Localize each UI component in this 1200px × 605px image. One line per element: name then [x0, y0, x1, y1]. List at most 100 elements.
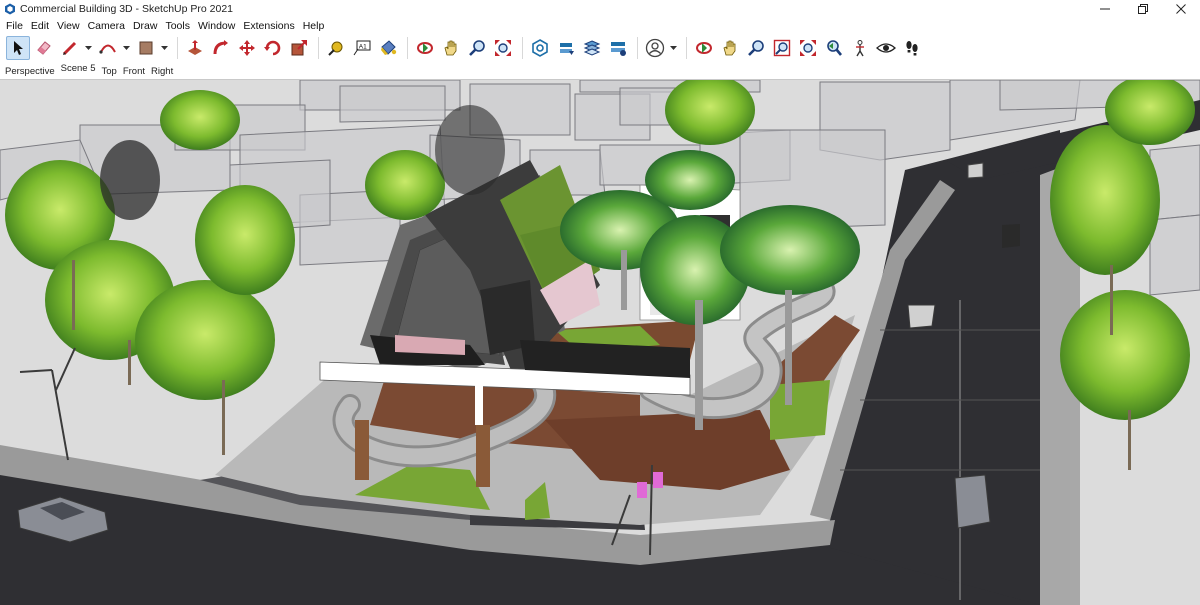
3d-scene: [0, 80, 1200, 605]
orbit-2-tool-button[interactable]: [692, 36, 716, 60]
move-tool-button[interactable]: [235, 36, 259, 60]
3d-warehouse-button[interactable]: [528, 36, 552, 60]
arc-tool-dropdown[interactable]: [122, 36, 130, 60]
scale-icon: [291, 40, 307, 56]
dropdown-arrow-icon: [669, 45, 677, 50]
extension-manager-button[interactable]: [606, 36, 630, 60]
zoom-extents-2-icon: [800, 40, 816, 56]
walk-tool-button[interactable]: [900, 36, 924, 60]
position-camera-tool-button[interactable]: [848, 36, 872, 60]
tape-measure-icon: [328, 41, 343, 56]
extension-manager-icon: [611, 42, 626, 56]
scale-tool-button[interactable]: [287, 36, 311, 60]
tape-measure-tool-button[interactable]: [324, 36, 348, 60]
zoom-tool-button[interactable]: [465, 36, 489, 60]
close-button[interactable]: [1162, 0, 1200, 18]
menu-help[interactable]: Help: [299, 20, 329, 32]
line-tool-button[interactable]: [58, 36, 82, 60]
push-pull-tool-button[interactable]: [183, 36, 207, 60]
text-label-icon: A1: [353, 40, 371, 56]
follow-me-icon: [213, 40, 228, 55]
zoom-2-icon: [748, 40, 764, 56]
select-arrow-icon: [14, 41, 23, 55]
arc-icon: [99, 44, 116, 54]
menu-edit[interactable]: Edit: [27, 20, 53, 32]
previous-view-icon: [827, 40, 843, 56]
zoom-extents-tool-button[interactable]: [491, 36, 515, 60]
extension-warehouse-button[interactable]: [554, 36, 578, 60]
scene-tab-perspective[interactable]: Perspective: [4, 66, 60, 79]
eraser-tool-button[interactable]: [32, 36, 56, 60]
window-title: Commercial Building 3D - SketchUp Pro 20…: [20, 3, 234, 15]
zoom-2-tool-button[interactable]: [744, 36, 768, 60]
scene-tab-scene-5[interactable]: Scene 5: [60, 63, 101, 79]
close-icon: [1176, 4, 1186, 14]
zoom-window-icon: [773, 39, 791, 57]
minimize-button[interactable]: [1086, 0, 1124, 18]
maximize-button[interactable]: [1124, 0, 1162, 18]
eraser-icon: [37, 41, 51, 55]
toolbar-separator: [318, 37, 319, 59]
model-viewport[interactable]: [0, 80, 1200, 605]
pan-2-icon: [723, 40, 736, 56]
menu-bar: File Edit View Camera Draw Tools Window …: [0, 18, 1200, 34]
toolbar-separator: [177, 37, 178, 59]
toolbar-separator: [407, 37, 408, 59]
scene-tab-top[interactable]: Top: [101, 66, 122, 79]
previous-view-tool-button[interactable]: [822, 36, 846, 60]
arc-tool-button[interactable]: [96, 36, 120, 60]
position-camera-icon: [856, 40, 864, 57]
look-around-tool-button[interactable]: [874, 36, 898, 60]
pan-icon: [444, 40, 457, 56]
orbit-icon: [417, 42, 433, 54]
toolbar-separator: [686, 37, 687, 59]
orbit-2-icon: [696, 42, 712, 54]
menu-camera[interactable]: Camera: [84, 20, 129, 32]
move-icon: [239, 40, 255, 56]
line-tool-dropdown[interactable]: [84, 36, 92, 60]
scene-tab-right[interactable]: Right: [150, 66, 178, 79]
follow-me-tool-button[interactable]: [209, 36, 233, 60]
rotate-tool-button[interactable]: [261, 36, 285, 60]
menu-window[interactable]: Window: [194, 20, 239, 32]
rotate-icon: [264, 40, 281, 56]
menu-tools[interactable]: Tools: [161, 20, 194, 32]
orbit-tool-button[interactable]: [413, 36, 437, 60]
user-account-button[interactable]: [643, 36, 667, 60]
zoom-window-tool-button[interactable]: [770, 36, 794, 60]
zoom-extents-2-tool-button[interactable]: [796, 36, 820, 60]
dropdown-arrow-icon: [84, 45, 92, 50]
shapes-tool-button[interactable]: [134, 36, 158, 60]
menu-extensions[interactable]: Extensions: [239, 20, 298, 32]
pan-tool-button[interactable]: [439, 36, 463, 60]
layout-button[interactable]: [580, 36, 604, 60]
window-controls: [1086, 0, 1200, 18]
pan-2-tool-button[interactable]: [718, 36, 742, 60]
menu-file[interactable]: File: [2, 20, 27, 32]
sketchup-app-icon: [5, 3, 15, 15]
dropdown-arrow-icon: [160, 45, 168, 50]
zoom-icon: [469, 40, 485, 56]
toolbar-separator: [637, 37, 638, 59]
shapes-tool-dropdown[interactable]: [160, 36, 168, 60]
paint-bucket-icon: [381, 40, 397, 55]
extension-warehouse-icon: [560, 43, 574, 55]
scene-tabs-bar: Perspective Scene 5 Top Front Right: [0, 62, 1200, 80]
user-account-icon: [645, 38, 665, 58]
minimize-icon: [1100, 8, 1110, 10]
toolbar-separator: [522, 37, 523, 59]
zoom-extents-icon: [495, 40, 511, 56]
look-around-icon: [876, 43, 896, 53]
paint-bucket-tool-button[interactable]: [376, 36, 400, 60]
text-tool-button[interactable]: A1: [350, 36, 374, 60]
large-toolset-toolbar: A1: [0, 34, 1200, 62]
rectangle-shape-icon: [139, 41, 153, 55]
walk-icon: [906, 41, 918, 56]
scene-tab-front[interactable]: Front: [122, 66, 150, 79]
layout-icon: [583, 40, 601, 56]
menu-draw[interactable]: Draw: [129, 20, 162, 32]
user-account-dropdown[interactable]: [669, 36, 677, 60]
select-tool-button[interactable]: [6, 36, 30, 60]
dropdown-arrow-icon: [122, 45, 130, 50]
menu-view[interactable]: View: [53, 20, 84, 32]
